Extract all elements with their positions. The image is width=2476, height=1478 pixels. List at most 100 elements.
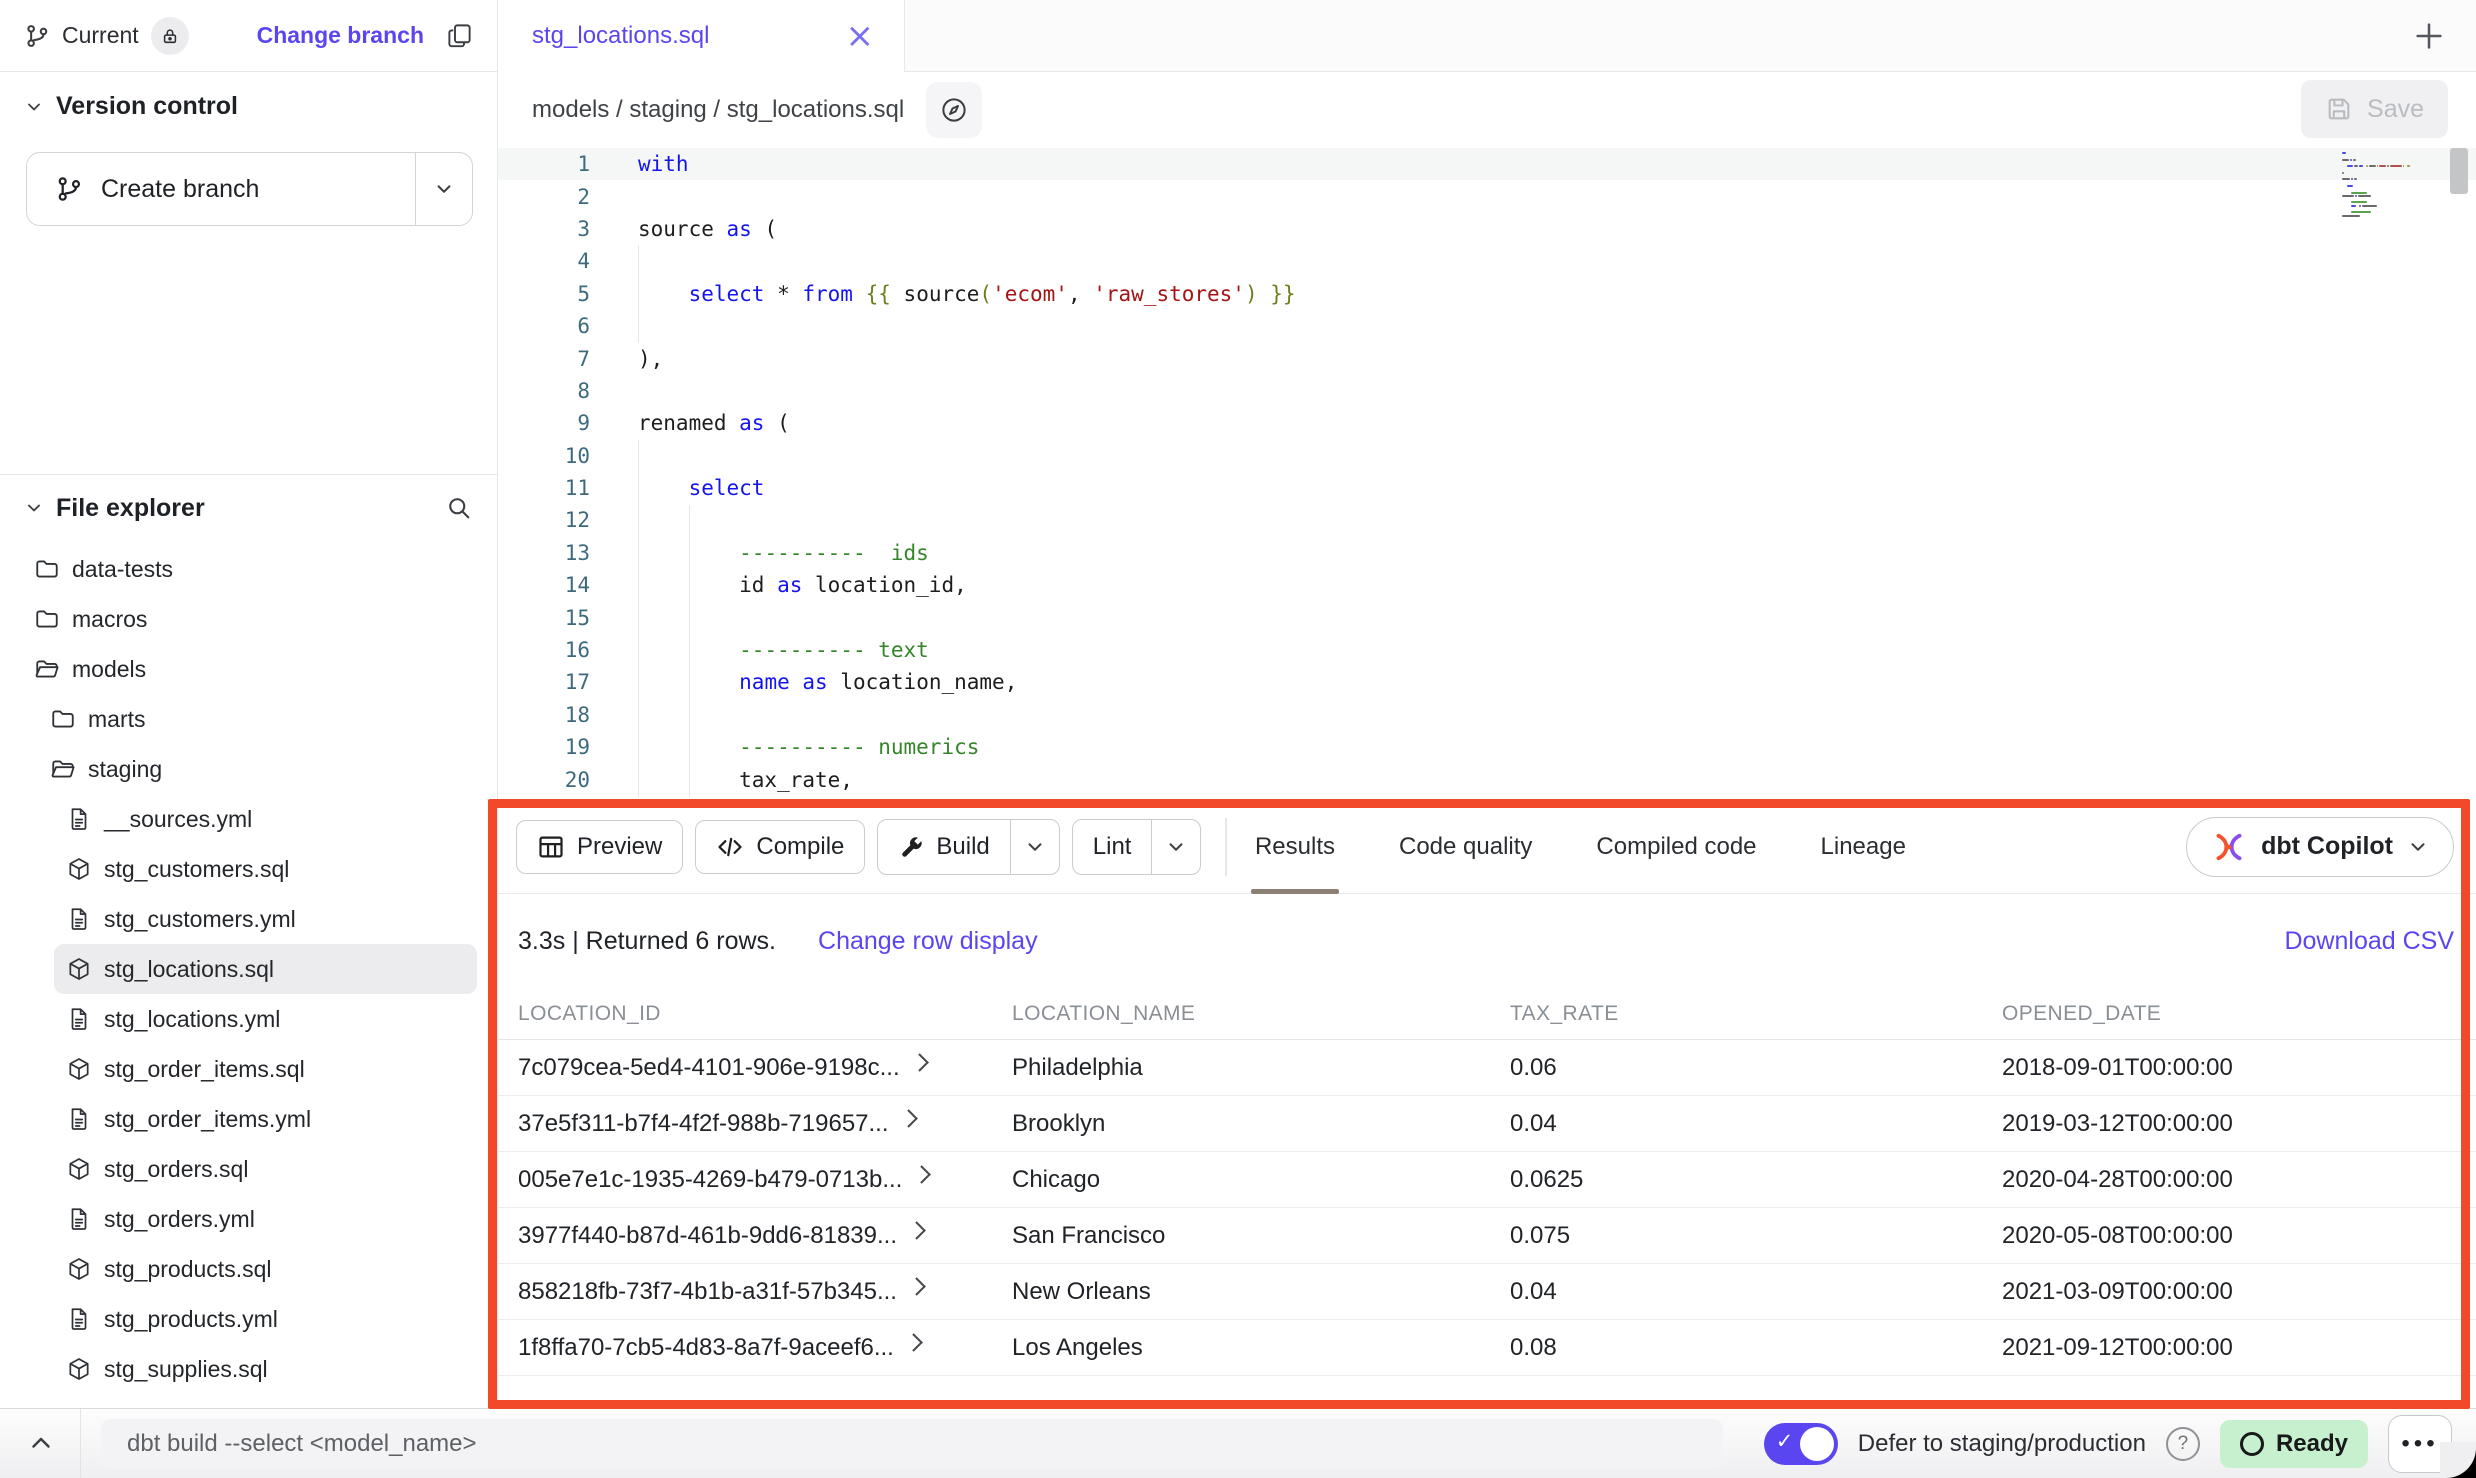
- code-line[interactable]: 7),: [498, 342, 2476, 374]
- code-line[interactable]: 15: [498, 601, 2476, 633]
- file-item-stg-customers-sql[interactable]: stg_customers.sql: [0, 844, 497, 894]
- file-item-stg-orders-sql[interactable]: stg_orders.sql: [0, 1144, 497, 1194]
- create-branch-main[interactable]: Create branch: [27, 153, 415, 225]
- code-editor[interactable]: 1with23source as (45 select * from {{ so…: [498, 148, 2476, 800]
- file-item-label: stg_order_items.sql: [104, 1056, 305, 1083]
- code-text: name as location_name,: [638, 670, 1017, 694]
- save-button[interactable]: Save: [2301, 80, 2448, 138]
- build-dropdown[interactable]: [1010, 820, 1059, 874]
- code-line[interactable]: 11 select: [498, 472, 2476, 504]
- table-cell: 0.0625: [1510, 1166, 2002, 1194]
- code-line[interactable]: 4: [498, 245, 2476, 277]
- expand-cell-chevron-icon[interactable]: [913, 1165, 931, 1183]
- download-csv-link[interactable]: Download CSV: [2284, 927, 2454, 956]
- code-line[interactable]: 1with: [498, 148, 2476, 180]
- expand-cell-chevron-icon[interactable]: [910, 1053, 928, 1071]
- code-line[interactable]: 8: [498, 375, 2476, 407]
- file-item-stg-locations-sql[interactable]: stg_locations.sql: [54, 944, 477, 994]
- build-button[interactable]: Build: [878, 820, 1009, 874]
- table-row: 37e5f311-b7f4-4f2f-988b-719657...Brookly…: [498, 1096, 2476, 1152]
- expand-cell-chevron-icon[interactable]: [907, 1277, 925, 1295]
- file-item-marts[interactable]: marts: [0, 694, 497, 744]
- table-cell: San Francisco: [1012, 1222, 1510, 1250]
- new-tab-icon[interactable]: [2412, 19, 2446, 53]
- change-row-display-link[interactable]: Change row display: [818, 927, 1038, 956]
- status-bar: dbt build --select <model_name> ✓ Defer …: [0, 1408, 2476, 1478]
- file-item-label: macros: [72, 606, 147, 633]
- file-item-staging[interactable]: staging: [0, 744, 497, 794]
- code-line[interactable]: 12: [498, 504, 2476, 536]
- search-icon[interactable]: [445, 494, 473, 522]
- panel-tab-code-quality[interactable]: Code quality: [1395, 800, 1536, 894]
- ready-label: Ready: [2276, 1430, 2348, 1458]
- minimap[interactable]: [2342, 152, 2418, 238]
- code-line[interactable]: 14 id as location_id,: [498, 569, 2476, 601]
- defer-toggle[interactable]: ✓: [1764, 1423, 1838, 1465]
- git-branch-icon: [24, 23, 50, 49]
- file-item-stg-order-items-yml[interactable]: stg_order_items.yml: [0, 1094, 497, 1144]
- line-number: 5: [498, 282, 590, 306]
- version-control-header[interactable]: Version control: [24, 92, 238, 121]
- file-item-macros[interactable]: macros: [0, 594, 497, 644]
- preview-button[interactable]: Preview: [516, 820, 683, 874]
- collapse-panel-chevron-icon[interactable]: [26, 1429, 56, 1459]
- command-input[interactable]: dbt build --select <model_name>: [101, 1419, 1723, 1469]
- table-cell: 2021-09-12T00:00:00: [2002, 1334, 2476, 1362]
- code-line[interactable]: 17 name as location_name,: [498, 666, 2476, 698]
- scrollbar-thumb[interactable]: [2450, 148, 2468, 194]
- file-item-label: marts: [88, 706, 146, 733]
- file-item-label: stg_locations.sql: [104, 956, 274, 983]
- code-line[interactable]: 10: [498, 440, 2476, 472]
- close-icon[interactable]: ×: [846, 19, 875, 53]
- code-line[interactable]: 5 select * from {{ source('ecom', 'raw_s…: [498, 278, 2476, 310]
- code-line[interactable]: 20 tax_rate,: [498, 763, 2476, 795]
- help-icon[interactable]: ?: [2166, 1427, 2200, 1461]
- table-row: 7c079cea-5ed4-4101-906e-9198c...Philadel…: [498, 1040, 2476, 1096]
- file-explorer-label: File explorer: [56, 494, 205, 523]
- code-line[interactable]: 16 ---------- text: [498, 634, 2476, 666]
- file-item--sources-yml[interactable]: __sources.yml: [0, 794, 497, 844]
- file-explorer-header[interactable]: File explorer: [24, 476, 473, 540]
- expand-cell-chevron-icon[interactable]: [907, 1221, 925, 1239]
- code-line[interactable]: 9renamed as (: [498, 407, 2476, 439]
- code-line[interactable]: 6: [498, 310, 2476, 342]
- file-item-stg-products-yml[interactable]: stg_products.yml: [0, 1294, 497, 1344]
- change-branch-link[interactable]: Change branch: [257, 22, 424, 49]
- ready-status-badge[interactable]: Ready: [2220, 1420, 2368, 1468]
- file-item-stg-supplies-sql[interactable]: stg_supplies.sql: [0, 1344, 497, 1394]
- git-branch-icon: [55, 175, 83, 203]
- build-split-button: Build: [877, 819, 1059, 875]
- file-item-stg-customers-yml[interactable]: stg_customers.yml: [0, 894, 497, 944]
- lineage-compass-button[interactable]: [926, 82, 982, 138]
- create-branch-dropdown[interactable]: [415, 153, 472, 225]
- expand-cell-chevron-icon[interactable]: [904, 1333, 922, 1351]
- file-item-stg-order-items-sql[interactable]: stg_order_items.sql: [0, 1044, 497, 1094]
- panel-tab-lineage[interactable]: Lineage: [1817, 800, 1910, 894]
- table-cell: 0.04: [1510, 1278, 2002, 1306]
- line-number: 12: [498, 508, 590, 532]
- code-line[interactable]: 13 ---------- ids: [498, 537, 2476, 569]
- lint-dropdown[interactable]: [1151, 820, 1200, 874]
- file-item-models[interactable]: models: [0, 644, 497, 694]
- file-item-label: stg_orders.sql: [104, 1156, 248, 1183]
- file-item-stg-orders-yml[interactable]: stg_orders.yml: [0, 1194, 497, 1244]
- dbt-copilot-button[interactable]: dbt Copilot: [2186, 817, 2454, 877]
- table-row: 005e7e1c-1935-4269-b479-0713b...Chicago0…: [498, 1152, 2476, 1208]
- compile-button[interactable]: Compile: [695, 820, 865, 874]
- tab-stg-locations[interactable]: stg_locations.sql ×: [498, 0, 905, 72]
- code-line[interactable]: 19 ---------- numerics: [498, 731, 2476, 763]
- breadcrumb-row: models / staging / stg_locations.sql Sav…: [498, 72, 2476, 148]
- panel-tab-results[interactable]: Results: [1251, 800, 1339, 894]
- file-item-data-tests[interactable]: data-tests: [0, 544, 497, 594]
- code-line[interactable]: 2: [498, 180, 2476, 212]
- expand-cell-chevron-icon[interactable]: [899, 1109, 917, 1127]
- code-line[interactable]: 18: [498, 699, 2476, 731]
- lint-button[interactable]: Lint: [1073, 820, 1152, 874]
- file-item-stg-products-sql[interactable]: stg_products.sql: [0, 1244, 497, 1294]
- panel-tab-compiled-code[interactable]: Compiled code: [1592, 800, 1760, 894]
- file-item-stg-locations-yml[interactable]: stg_locations.yml: [0, 994, 497, 1044]
- table-cell: New Orleans: [1012, 1278, 1510, 1306]
- copy-icon[interactable]: [446, 22, 473, 49]
- divider: [80, 1409, 81, 1478]
- code-line[interactable]: 3source as (: [498, 213, 2476, 245]
